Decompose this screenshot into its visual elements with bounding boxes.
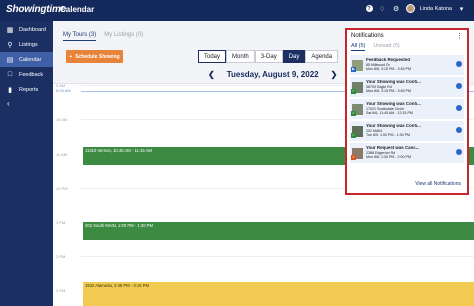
schedule-showing-label: Schedule Showing xyxy=(75,53,120,60)
tab-my-listings[interactable]: My Listings (0) xyxy=(104,32,143,41)
hour-label: 3 PM xyxy=(56,288,66,293)
notifications-title: Notifications xyxy=(351,33,384,39)
notifications-panel: Notifications ⋮ All (5) Unread (5) ▶ Fee… xyxy=(345,28,469,195)
view-switcher: Today Month 3-Day Day Agenda xyxy=(198,50,339,63)
notification-item[interactable]: × Your Request was Canc... 2388 Edgerton… xyxy=(350,143,464,163)
unread-dot-icon[interactable] xyxy=(456,61,462,67)
hour-line xyxy=(81,256,474,257)
notification-item[interactable]: ✓ Your Showing was Confi... 36700 Eagle … xyxy=(350,77,464,97)
notification-time: Mon 8/8, 1:30 PM - 2:00 PM xyxy=(366,155,411,160)
grid-icon: ▦ xyxy=(6,26,14,34)
notification-item[interactable]: ✓ Your Showing was Confi... 202 MAIN Tue… xyxy=(350,121,464,141)
calendar-event[interactable]: 1532 Alameda, 2:45 PM - 3:15 PM xyxy=(83,282,474,306)
sidebar-item-listings[interactable]: ⚲ Listings xyxy=(0,37,53,52)
collapse-sidebar-icon[interactable]: ‹ xyxy=(7,99,10,108)
feedback-icon: ▶ xyxy=(351,66,356,72)
notification-text: Your Showing was Confi... 202 MAIN Tue 8… xyxy=(366,124,454,138)
more-options-icon[interactable]: ⋮ xyxy=(456,32,463,40)
view-today-button[interactable]: Today xyxy=(198,50,227,63)
notification-text: Your Showing was Confi... 17021 Scottsda… xyxy=(366,102,454,116)
hour-label: 2 PM xyxy=(56,254,66,259)
schedule-showing-button[interactable]: + Schedule Showing xyxy=(66,50,123,63)
view-month-button[interactable]: Month xyxy=(226,50,255,63)
date-navigation: ❮ Tuesday, August 9, 2022 ❯ xyxy=(208,70,337,79)
view-all-notifications-link[interactable]: View all Notifications xyxy=(415,181,461,187)
notification-text: Your Request was Canc... 2388 Edgerton R… xyxy=(366,146,454,160)
sidebar: ▦ Dashboard ⚲ Listings ▤ Calendar □ Feed… xyxy=(0,21,53,306)
property-thumbnail: ✓ xyxy=(351,81,363,94)
date-title: Tuesday, August 9, 2022 xyxy=(226,70,319,79)
sidebar-item-label: Feedback xyxy=(19,71,44,78)
unread-dot-icon[interactable] xyxy=(456,149,462,155)
page-title: Calendar xyxy=(60,5,95,14)
hour-label: 12 PM xyxy=(56,186,68,191)
calendar-cancel-icon: × xyxy=(351,154,356,160)
chart-icon: ▮ xyxy=(8,86,12,94)
notification-item[interactable]: ✓ Your Showing was Confi... 17021 Scotts… xyxy=(350,99,464,119)
notification-text: Feedback Requested 85 Millwood Dr Mon 8/… xyxy=(366,58,454,72)
next-day-icon[interactable]: ❯ xyxy=(331,70,338,79)
view-agenda-button[interactable]: Agenda xyxy=(305,50,339,63)
user-name[interactable]: Linda Katona xyxy=(420,6,452,12)
view-3day-button[interactable]: 3-Day xyxy=(254,50,283,63)
calendar-check-icon: ✓ xyxy=(351,132,356,138)
chevron-down-icon[interactable]: ▾ xyxy=(457,4,466,13)
sidebar-item-dashboard[interactable]: ▦ Dashboard xyxy=(0,22,53,37)
tour-tabs: My Tours (3) My Listings (0) xyxy=(63,32,143,41)
sidebar-item-label: Listings xyxy=(19,41,38,48)
notification-text: Your Showing was Confi... 36700 Eagle Rd… xyxy=(366,80,454,94)
unread-dot-icon[interactable] xyxy=(456,83,462,89)
bell-icon[interactable]: ♢ xyxy=(378,4,387,13)
notification-item[interactable]: ▶ Feedback Requested 85 Millwood Dr Mon … xyxy=(350,55,464,75)
help-icon[interactable]: ? xyxy=(365,5,373,12)
notification-time: Tue 8/9, 1:00 PM - 1:30 PM xyxy=(366,133,411,138)
sidebar-item-label: Calendar xyxy=(19,56,42,63)
current-time-label: 9:03 AM xyxy=(56,88,71,93)
prev-day-icon[interactable]: ❮ xyxy=(208,70,215,79)
avatar[interactable] xyxy=(405,4,415,13)
hour-label: 9 AM xyxy=(56,83,66,88)
sidebar-item-label: Reports xyxy=(19,86,39,93)
logo[interactable]: Showingtime xyxy=(6,4,66,15)
notification-time: Sat 8/6, 11:45 AM - 12:15 PM xyxy=(366,111,413,116)
calendar-icon: ▤ xyxy=(6,56,14,64)
top-bar: Showingtime Calendar ? ♢ ⚙ Linda Katona … xyxy=(0,0,474,21)
tab-all[interactable]: All (5) xyxy=(351,43,366,51)
sidebar-item-calendar[interactable]: ▤ Calendar xyxy=(0,52,53,67)
property-thumbnail: × xyxy=(351,147,363,160)
app: Showingtime Calendar ? ♢ ⚙ Linda Katona … xyxy=(0,0,474,306)
unread-dot-icon[interactable] xyxy=(456,127,462,133)
notification-tabs: All (5) Unread (5) xyxy=(351,43,400,51)
sidebar-item-reports[interactable]: ▮ Reports xyxy=(0,82,53,97)
hour-label: 11 AM xyxy=(56,152,68,157)
unread-dot-icon[interactable] xyxy=(456,105,462,111)
sidebar-item-feedback[interactable]: □ Feedback xyxy=(0,67,53,82)
gear-icon[interactable]: ⚙ xyxy=(392,4,401,13)
view-day-button[interactable]: Day xyxy=(282,50,306,63)
comment-icon: □ xyxy=(7,71,13,78)
hour-label: 10 AM xyxy=(56,117,68,122)
search-icon: ⚲ xyxy=(7,41,13,49)
property-thumbnail: ✓ xyxy=(351,125,363,138)
tab-unread[interactable]: Unread (5) xyxy=(373,43,399,51)
property-thumbnail: ✓ xyxy=(351,103,363,116)
calendar-event[interactable]: 202 South MAIN, 1:00 PM - 1:30 PM xyxy=(83,222,474,240)
calendar-check-icon: ✓ xyxy=(351,110,356,116)
sidebar-item-label: Dashboard xyxy=(19,26,46,33)
hour-label: 1 PM xyxy=(56,220,66,225)
tab-my-tours[interactable]: My Tours (3) xyxy=(63,32,97,41)
top-icons: ? ♢ ⚙ Linda Katona ▾ xyxy=(365,4,466,13)
notification-time: Mon 8/8, 3:15 PM - 3:45 PM xyxy=(366,89,411,94)
property-thumbnail: ▶ xyxy=(351,59,363,72)
notification-time: Mon 8/8, 3:15 PM - 3:45 PM xyxy=(366,67,411,72)
plus-icon: + xyxy=(69,53,73,60)
calendar-check-icon: ✓ xyxy=(351,88,356,94)
